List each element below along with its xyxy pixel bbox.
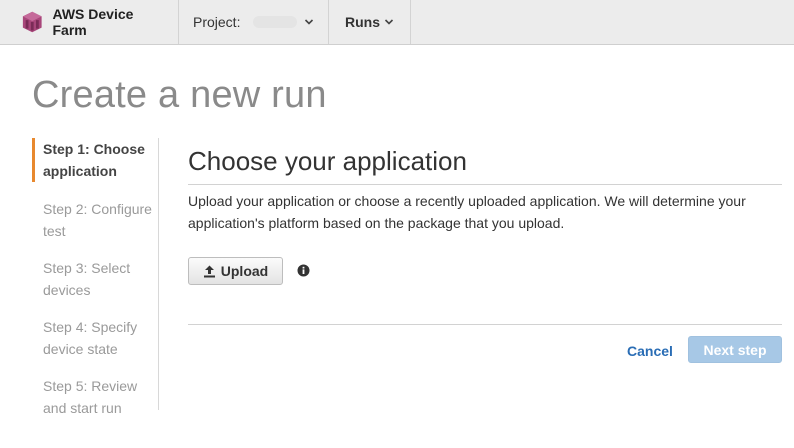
brand-home-link[interactable]: AWS Device Farm <box>0 0 179 44</box>
top-nav-bar: AWS Device Farm Project: Runs <box>0 0 794 45</box>
project-dropdown[interactable]: Project: <box>179 0 329 44</box>
project-label: Project: <box>193 14 241 30</box>
next-step-button[interactable]: Next step <box>688 336 782 363</box>
runs-label: Runs <box>345 14 380 30</box>
cancel-button[interactable]: Cancel <box>627 342 673 360</box>
step-specify-device-state[interactable]: Step 4: Specify device state <box>32 316 156 360</box>
upload-button[interactable]: Upload <box>188 257 283 285</box>
runs-dropdown[interactable]: Runs <box>329 0 411 44</box>
wizard-steps: Step 1: Choose application Step 2: Confi… <box>32 138 159 416</box>
section-description: Upload your application or choose a rece… <box>188 193 746 231</box>
info-icon[interactable] <box>297 264 310 277</box>
project-name-redacted <box>253 16 298 28</box>
chevron-down-icon <box>304 19 314 25</box>
chevron-down-icon <box>384 19 394 25</box>
device-farm-logo-icon <box>22 11 42 33</box>
footer-divider <box>188 324 782 325</box>
step-choose-application[interactable]: Step 1: Choose application <box>32 138 156 182</box>
page-title: Create a new run <box>32 74 327 116</box>
main-content: Choose your application <box>188 144 782 185</box>
brand-name: AWS Device Farm <box>52 6 134 38</box>
upload-button-label: Upload <box>220 263 269 279</box>
step-configure-test[interactable]: Step 2: Configure test <box>32 198 156 242</box>
upload-icon <box>203 265 215 277</box>
section-title: Choose your application <box>188 144 782 185</box>
step-review-and-start[interactable]: Step 5: Review and start run <box>32 375 156 419</box>
step-select-devices[interactable]: Step 3: Select devices <box>32 257 156 301</box>
